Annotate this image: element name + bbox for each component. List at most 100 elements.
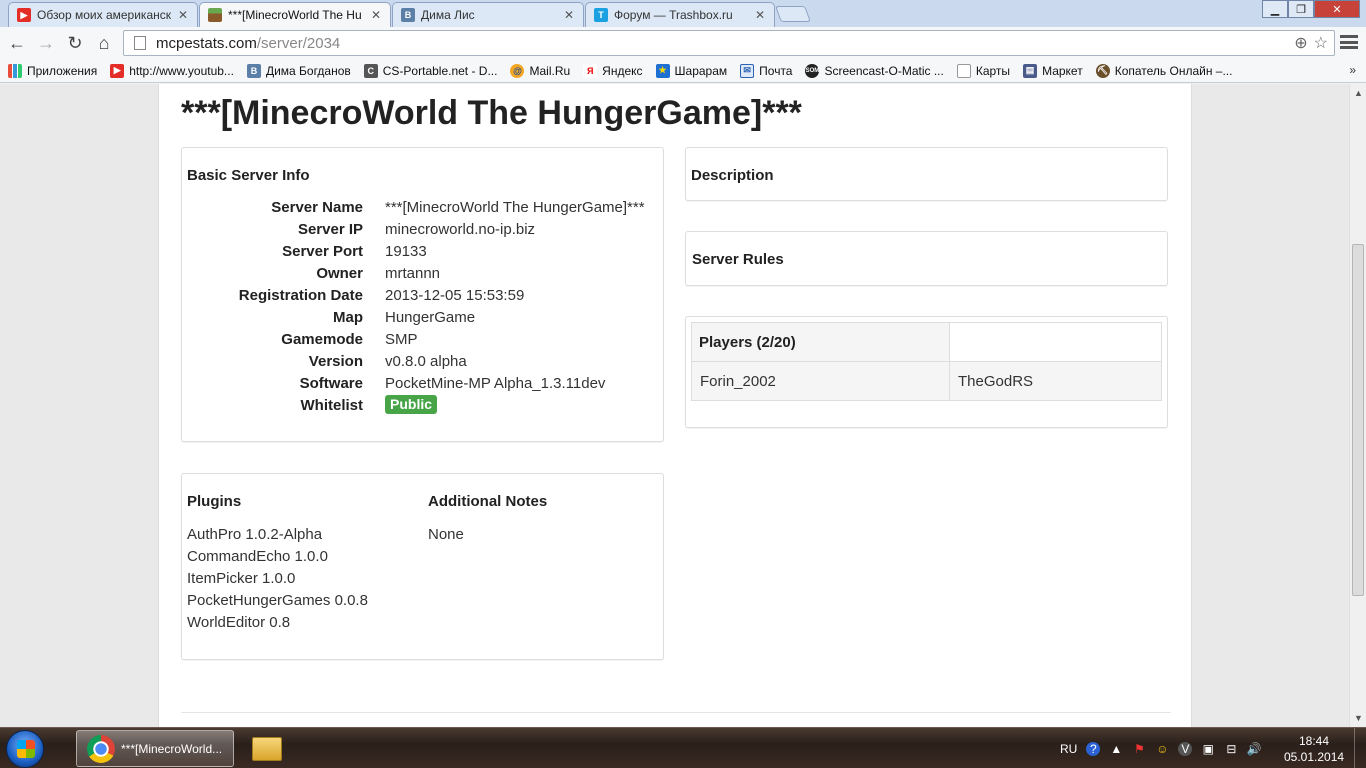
- bookmark-kopatel[interactable]: ⛏ Копатель Онлайн –...: [1095, 63, 1232, 78]
- info-value: minecroworld.no-ip.biz: [385, 221, 536, 238]
- clock-time: 18:44: [1298, 734, 1330, 748]
- taskbar-chrome-button[interactable]: ***[MinecroWorld...: [76, 730, 234, 767]
- additional-notes-heading: Additional Notes: [428, 493, 548, 510]
- users-icon[interactable]: ☺: [1155, 742, 1169, 756]
- tab-trashbox[interactable]: T Форум — Trashbox.ru ✕: [585, 2, 775, 27]
- bookmark-youtube[interactable]: ▶ http://www.youtub...: [110, 63, 234, 78]
- taskbar-clock[interactable]: 18:44 05.01.2014: [1284, 733, 1344, 765]
- volume-icon[interactable]: 🔊: [1247, 742, 1262, 756]
- cs-icon: C: [363, 63, 378, 78]
- url-host: mcpestats.com: [156, 34, 257, 52]
- minimize-button[interactable]: ▁: [1262, 0, 1288, 18]
- plugin-item: PocketHungerGames 0.0.8: [187, 592, 368, 609]
- new-tab-button[interactable]: [775, 6, 811, 22]
- trashbox-icon: T: [594, 8, 608, 22]
- bookmark-label: Почта: [759, 63, 793, 78]
- tab-title: Дима Лис: [421, 8, 475, 22]
- screencast-icon: SOM: [805, 63, 820, 78]
- info-value: v0.8.0 alpha: [385, 353, 467, 370]
- back-button[interactable]: ←: [5, 31, 29, 55]
- plugin-item: CommandEcho 1.0.0: [187, 548, 328, 565]
- info-value: 2013-12-05 15:53:59: [385, 287, 525, 304]
- bookmark-label: Шарарам: [674, 63, 728, 78]
- info-key: Server Port: [282, 243, 363, 260]
- network-icon[interactable]: ⊟: [1224, 742, 1238, 756]
- arrow-right-icon: →: [37, 32, 55, 53]
- players-header-empty: [949, 322, 1162, 362]
- close-icon[interactable]: ✕: [563, 8, 575, 22]
- bookmark-dima-bogdanov[interactable]: B Дима Богданов: [246, 63, 351, 78]
- taskbar-chrome-label: ***[MinecroWorld...: [121, 741, 223, 756]
- bookmark-cs-portable[interactable]: C CS-Portable.net - D...: [363, 63, 497, 78]
- tab-title: Форум — Trashbox.ru: [614, 8, 733, 22]
- bookmark-yandex[interactable]: Я Яндекс: [583, 63, 643, 78]
- windows-logo-icon: [17, 740, 35, 758]
- info-row-version: Version v0.8.0 alpha: [182, 353, 665, 375]
- windows-taskbar: ***[MinecroWorld... RU ? ▲ ⚑ ☺ V ▣ ⊟ 🔊 1…: [0, 727, 1366, 768]
- basic-info-heading: Basic Server Info: [187, 167, 310, 184]
- close-icon[interactable]: ✕: [370, 8, 382, 22]
- info-row-server-port: Server Port 19133: [182, 243, 665, 265]
- expand-tray-icon[interactable]: ▲: [1109, 742, 1123, 756]
- bookmark-shararam[interactable]: ★ Шарарам: [655, 63, 728, 78]
- table-row: Forin_2002 TheGodRS: [691, 361, 1162, 401]
- players-heading: Players (2/20): [691, 322, 950, 362]
- plugin-item: WorldEditor 0.8: [187, 614, 291, 631]
- zoom-icon[interactable]: ⊕: [1294, 33, 1307, 53]
- apps-icon: [8, 63, 22, 78]
- scroll-thumb[interactable]: [1352, 244, 1364, 596]
- start-button[interactable]: [6, 730, 44, 768]
- close-icon[interactable]: ✕: [754, 8, 766, 22]
- action-center-flag-icon[interactable]: ⚑: [1132, 742, 1146, 756]
- close-icon[interactable]: ✕: [177, 8, 189, 22]
- players-table: Players (2/20) Forin_2002 TheGodRS: [691, 322, 1162, 401]
- info-row-map: Map HungerGame: [182, 309, 665, 331]
- tab-minecroworld[interactable]: ***[MinecroWorld The Hu ✕: [199, 2, 391, 27]
- bookmark-apps[interactable]: Приложения: [8, 63, 97, 78]
- bookmark-market[interactable]: ▤ Маркет: [1023, 63, 1083, 78]
- reload-button[interactable]: ↻: [63, 31, 87, 55]
- info-value: HungerGame: [385, 309, 476, 326]
- tab-vk[interactable]: B Дима Лис ✕: [392, 2, 584, 27]
- home-button[interactable]: ⌂: [92, 31, 116, 55]
- info-row-software: Software PocketMine-MP Alpha_1.3.11dev: [182, 375, 665, 397]
- window-close-button[interactable]: ✕: [1314, 0, 1360, 18]
- mailru-icon: @: [510, 63, 525, 78]
- chrome-menu-button[interactable]: [1340, 33, 1358, 51]
- info-key: Software: [299, 375, 363, 392]
- show-desktop-button[interactable]: [1354, 728, 1366, 768]
- market-icon: ▤: [1023, 63, 1038, 78]
- url-path: /server/2034: [256, 34, 341, 52]
- language-indicator[interactable]: RU: [1060, 742, 1077, 756]
- server-rules-heading: Server Rules: [692, 251, 784, 268]
- info-value: PocketMine-MP Alpha_1.3.11dev: [385, 375, 606, 392]
- bookmark-mailru[interactable]: @ Mail.Ru: [510, 63, 570, 78]
- bookmark-pochta[interactable]: ✉ Почта: [740, 63, 793, 78]
- players-header-row: Players (2/20): [691, 322, 1162, 362]
- scroll-up-icon[interactable]: ▲: [1354, 88, 1363, 98]
- bookmark-label: Маркет: [1042, 63, 1083, 78]
- info-row-gamemode: Gamemode SMP: [182, 331, 665, 353]
- bookmarks-overflow-icon[interactable]: »: [1349, 63, 1356, 77]
- scroll-down-icon[interactable]: ▼: [1354, 713, 1363, 723]
- mail-icon: ✉: [740, 63, 755, 78]
- youtube-icon: ▶: [17, 8, 31, 22]
- bookmark-star-icon[interactable]: ☆: [1314, 33, 1328, 53]
- vpn-icon[interactable]: V: [1178, 741, 1193, 756]
- vertical-scrollbar[interactable]: ▲ ▼: [1349, 84, 1366, 727]
- info-row-whitelist: Whitelist Public: [182, 395, 665, 419]
- info-key: Server Name: [271, 199, 363, 216]
- info-key: Version: [308, 353, 363, 370]
- bookmark-karty[interactable]: Карты: [956, 63, 1010, 78]
- tab-youtube[interactable]: ▶ Обзор моих американских ✕: [8, 2, 198, 27]
- forward-button[interactable]: →: [34, 31, 58, 55]
- help-icon[interactable]: ?: [1086, 741, 1101, 756]
- address-bar[interactable]: mcpestats.com/server/2034 ⊕ ☆: [123, 30, 1335, 56]
- players-panel: Players (2/20) Forin_2002 TheGodRS: [685, 316, 1168, 428]
- device-icon[interactable]: ▣: [1201, 742, 1215, 756]
- bookmark-screencast[interactable]: SOM Screencast-O-Matic ...: [805, 63, 944, 78]
- taskbar-explorer-button[interactable]: [248, 730, 288, 767]
- bookmarks-bar: Приложения ▶ http://www.youtub... B Дима…: [0, 59, 1366, 83]
- maximize-button[interactable]: ❐: [1288, 0, 1314, 18]
- basic-info-panel: Basic Server Info Server Name ***[Minecr…: [181, 147, 664, 442]
